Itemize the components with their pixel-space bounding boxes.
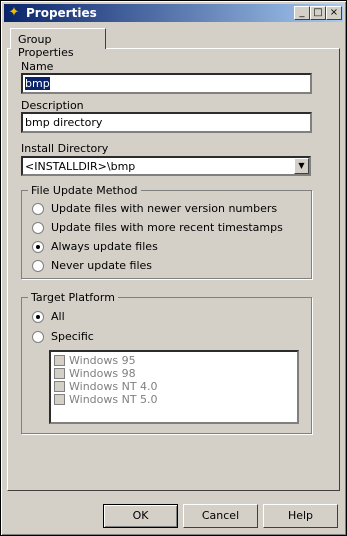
- checkbox-disabled: [54, 394, 65, 405]
- close-button[interactable]: ×: [326, 6, 342, 20]
- install-directory-value: <INSTALLDIR>\bmp: [25, 160, 136, 173]
- install-directory-label: Install Directory: [21, 142, 109, 155]
- name-value: bmp: [25, 77, 50, 90]
- checkbox-disabled: [54, 381, 65, 392]
- tab-group-properties[interactable]: Group Properties: [10, 28, 106, 59]
- tab-label: Group Properties: [18, 33, 74, 59]
- chevron-down-icon[interactable]: ▼: [294, 158, 309, 174]
- install-directory-combo[interactable]: <INSTALLDIR>\bmp ▼: [21, 156, 311, 176]
- description-value: bmp directory: [25, 116, 103, 129]
- title-bar[interactable]: ✦ Properties _ □ ×: [4, 4, 343, 22]
- radio-button[interactable]: [32, 331, 44, 343]
- checkbox-disabled: [54, 368, 65, 379]
- radio-button[interactable]: [32, 260, 44, 272]
- name-label: Name: [21, 60, 54, 73]
- app-icon: ✦: [8, 5, 20, 20]
- ok-button[interactable]: OK: [103, 504, 178, 528]
- radio-button[interactable]: [32, 203, 44, 215]
- properties-dialog: ✦ Properties _ □ × Group Properties Name…: [0, 0, 347, 536]
- radio-button-selected[interactable]: [32, 241, 44, 253]
- platform-listbox[interactable]: Windows 95 Windows 98 Windows NT 4.0 Win…: [49, 350, 299, 424]
- radio-button[interactable]: [32, 222, 44, 234]
- description-label: Description: [21, 99, 84, 112]
- cancel-button[interactable]: Cancel: [183, 504, 258, 528]
- help-button[interactable]: Help: [263, 504, 338, 528]
- checkbox-disabled: [54, 355, 65, 366]
- minimize-button[interactable]: _: [294, 6, 310, 20]
- name-field[interactable]: bmp: [21, 73, 312, 94]
- window-title: Properties: [26, 6, 97, 20]
- description-field[interactable]: bmp directory: [21, 112, 312, 133]
- file-update-method-title: File Update Method: [28, 184, 141, 197]
- radio-button-selected[interactable]: [32, 311, 44, 323]
- maximize-button[interactable]: □: [310, 6, 326, 20]
- target-platform-title: Target Platform: [28, 291, 118, 304]
